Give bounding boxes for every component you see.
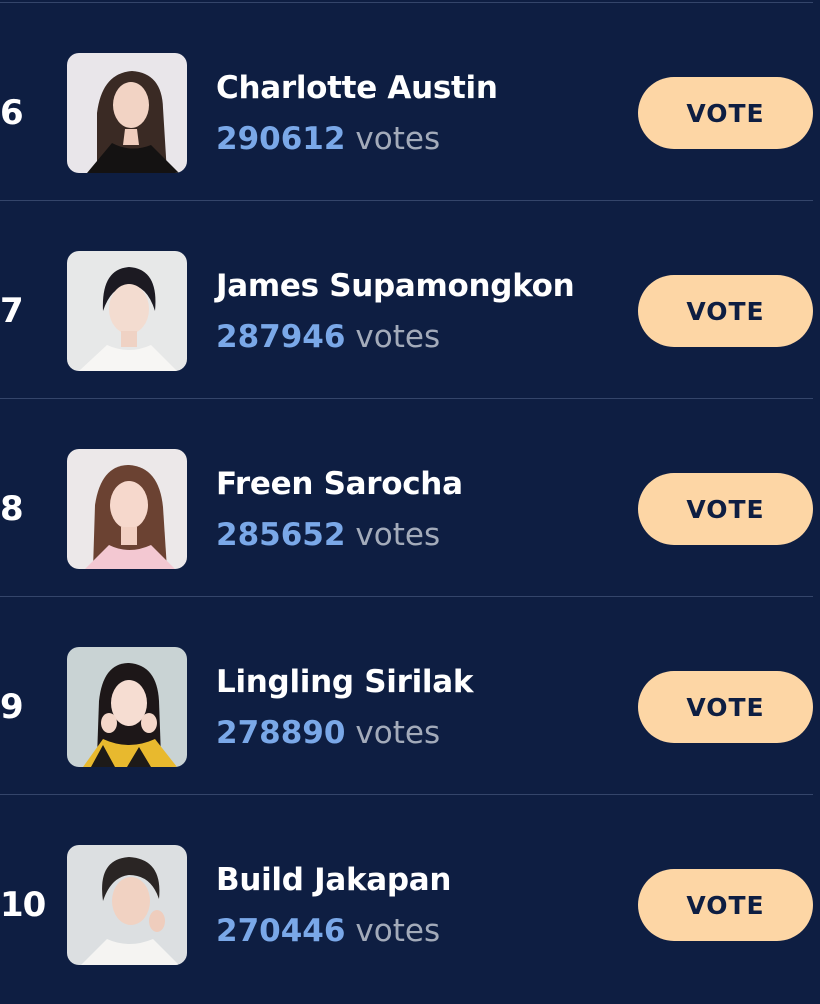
row-divider: [0, 794, 813, 795]
rank-number: 8: [0, 410, 40, 608]
candidate-name: Freen Sarocha: [216, 466, 463, 502]
avatar: [67, 647, 187, 767]
vote-unit: votes: [355, 715, 441, 751]
rank-label: 6: [0, 93, 24, 133]
vote-unit: votes: [355, 319, 441, 355]
list-item: 7 James Supamongkon 287946 votes VOTE: [0, 212, 820, 410]
vote-button[interactable]: VOTE: [638, 473, 813, 545]
rank-label: 9: [0, 687, 24, 727]
vote-tally: 285652 votes: [216, 517, 440, 553]
rank-number: 6: [0, 14, 40, 212]
avatar: [67, 845, 187, 965]
candidate-name: Build Jakapan: [216, 862, 452, 898]
vote-count: 270446: [216, 913, 346, 949]
vote-button[interactable]: VOTE: [638, 275, 813, 347]
list-item: 9 Lingling Sirilak 278890 votes VOTE: [0, 608, 820, 806]
row-divider: [0, 2, 813, 3]
vote-unit: votes: [355, 517, 441, 553]
vote-count: 287946: [216, 319, 346, 355]
vote-count: 285652: [216, 517, 346, 553]
rank-number: 10: [0, 806, 46, 1004]
vote-unit: votes: [355, 121, 441, 157]
vote-tally: 270446 votes: [216, 913, 440, 949]
vote-tally: 278890 votes: [216, 715, 440, 751]
candidate-name: James Supamongkon: [216, 268, 575, 304]
vote-count: 278890: [216, 715, 346, 751]
vote-button[interactable]: VOTE: [638, 77, 813, 149]
list-item: 10 Build Jakapan 270446 votes VOTE: [0, 806, 820, 1004]
vote-tally: 290612 votes: [216, 121, 440, 157]
avatar: [67, 53, 187, 173]
list-item: 6 Charlotte Austin 290612 votes VOTE: [0, 14, 820, 212]
row-divider: [0, 596, 813, 597]
row-divider: [0, 398, 813, 399]
row-divider: [0, 200, 813, 201]
rank-label: 8: [0, 489, 24, 529]
vote-unit: votes: [355, 913, 441, 949]
vote-button[interactable]: VOTE: [638, 671, 813, 743]
candidate-name: Lingling Sirilak: [216, 664, 474, 700]
candidate-name: Charlotte Austin: [216, 70, 498, 106]
rank-number: 7: [0, 212, 40, 410]
avatar: [67, 449, 187, 569]
rank-number: 9: [0, 608, 40, 806]
list-item: 8 Freen Sarocha 285652 votes VOTE: [0, 410, 820, 608]
avatar: [67, 251, 187, 371]
vote-count: 290612: [216, 121, 346, 157]
leaderboard-list: 6 Charlotte Austin 290612 votes VOTE 7 J…: [0, 0, 820, 988]
rank-label: 7: [0, 291, 24, 331]
rank-label: 10: [0, 885, 46, 925]
vote-button[interactable]: VOTE: [638, 869, 813, 941]
vote-tally: 287946 votes: [216, 319, 440, 355]
